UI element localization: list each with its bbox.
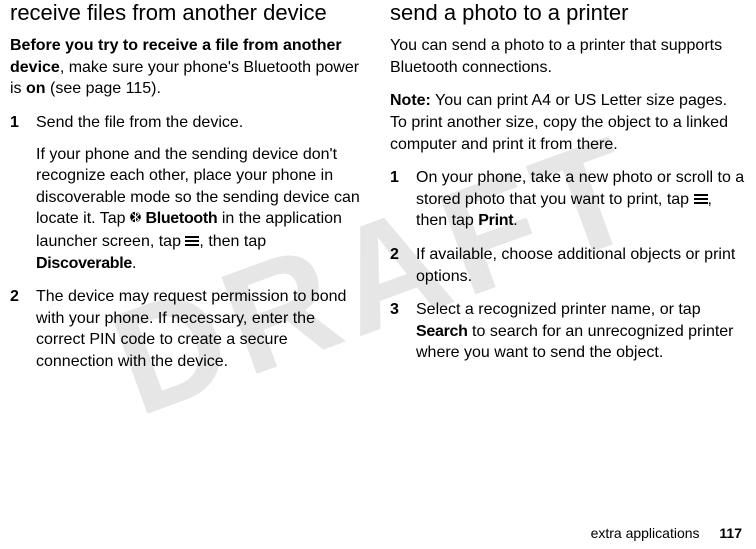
right-steps: 1 On your phone, take a new photo or scr… xyxy=(390,167,746,364)
text-fragment: Select a recognized printer name, or tap xyxy=(416,301,701,318)
list-item: 1 Send the file from the device. If your… xyxy=(10,112,366,274)
right-column: send a photo to a printer You can send a… xyxy=(390,0,746,385)
step-number: 2 xyxy=(390,244,399,266)
page-content: receive files from another device Before… xyxy=(0,0,756,385)
discoverable-label: Discoverable xyxy=(36,255,132,272)
step-text: Send the file from the device. xyxy=(36,112,366,134)
step-text: On your phone, take a new photo or scrol… xyxy=(416,167,746,232)
list-item: 2 The device may request permission to b… xyxy=(10,286,366,372)
step-text: The device may request permission to bon… xyxy=(36,286,366,372)
right-heading: send a photo to a printer xyxy=(390,0,746,25)
left-intro: Before you try to receive a file from an… xyxy=(10,35,366,100)
right-intro: You can send a photo to a printer that s… xyxy=(390,35,746,78)
list-item: 1 On your phone, take a new photo or scr… xyxy=(390,167,746,232)
note-label: Note: xyxy=(390,92,431,109)
step-number: 1 xyxy=(10,112,19,134)
left-heading: receive files from another device xyxy=(10,0,366,25)
step-number: 3 xyxy=(390,299,399,321)
right-note: Note: You can print A4 or US Letter size… xyxy=(390,90,746,155)
step-number: 2 xyxy=(10,286,19,308)
list-item: 2 If available, choose additional object… xyxy=(390,244,746,287)
intro-on: on xyxy=(26,80,46,97)
page-number: 117 xyxy=(719,525,742,541)
text-fragment: . xyxy=(513,212,517,229)
left-steps: 1 Send the file from the device. If your… xyxy=(10,112,366,373)
bluetooth-icon xyxy=(130,209,141,231)
step-text: Select a recognized printer name, or tap… xyxy=(416,299,746,364)
step-text: If your phone and the sending device don… xyxy=(36,144,366,275)
text-fragment: , then tap xyxy=(199,233,266,250)
step-text: If available, choose additional objects … xyxy=(416,244,746,287)
left-column: receive files from another device Before… xyxy=(10,0,366,385)
menu-icon xyxy=(185,236,199,246)
list-item: 3 Select a recognized printer name, or t… xyxy=(390,299,746,364)
print-label: Print xyxy=(478,212,513,229)
menu-icon xyxy=(694,194,708,204)
bluetooth-label: Bluetooth xyxy=(145,210,217,227)
search-label: Search xyxy=(416,323,468,340)
text-fragment: . xyxy=(132,255,136,272)
intro-text-2: (see page 115). xyxy=(46,80,161,97)
note-text: You can print A4 or US Letter size pages… xyxy=(390,92,728,152)
page-footer: extra applications 117 xyxy=(591,525,742,541)
footer-section: extra applications xyxy=(591,525,700,541)
step-number: 1 xyxy=(390,167,399,189)
